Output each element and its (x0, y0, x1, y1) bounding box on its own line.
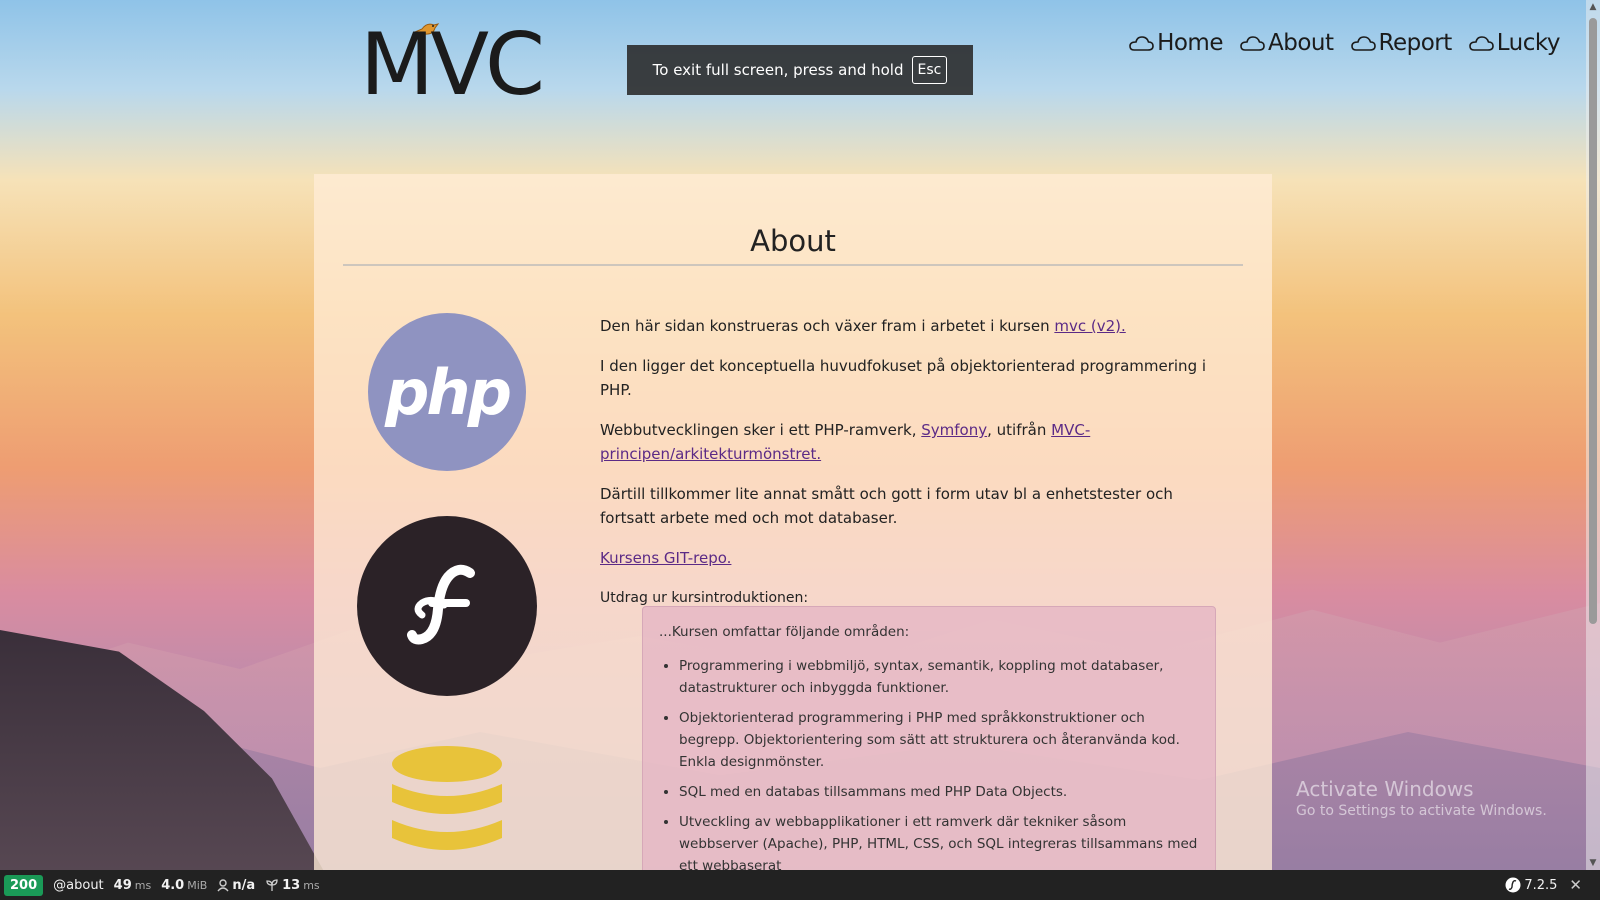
course-link[interactable]: mvc (v2). (1054, 317, 1125, 335)
framework-text: Webbutvecklingen sker i ett PHP-ramverk, (600, 421, 922, 439)
init-time[interactable]: 13 ms (265, 878, 320, 893)
request-time-unit: ms (134, 878, 152, 892)
toolbar-right: 7.2.5 ✕ (1495, 876, 1582, 894)
nav-item-about[interactable]: About (1239, 30, 1334, 56)
esc-key-hint: Esc (911, 56, 948, 84)
symfony-version-value: 7.2.5 (1524, 877, 1558, 893)
cloud-icon (1129, 36, 1154, 51)
symfony-debug-toolbar: 200 @about 49 ms 4.0 MiB n/a 13 ms 7.2.5 ✕ (0, 870, 1600, 900)
page-scrollbar[interactable]: ▲ ▼ (1586, 0, 1600, 870)
cloud-icon (1468, 36, 1494, 51)
intro-text: Den här sidan konstrueras och växer fram… (600, 317, 1055, 335)
list-item: SQL med en databas tillsammans med PHP D… (679, 781, 1199, 803)
git-paragraph: Kursens GIT-repo. (600, 546, 1226, 570)
user-value: n/a (232, 877, 256, 893)
course-excerpt-quote: ...Kursen omfattar följande områden: Pro… (642, 606, 1216, 872)
php-logo-icon: php (368, 313, 526, 471)
list-item: Objektorienterad programmering i PHP med… (679, 707, 1199, 773)
scroll-down-icon[interactable]: ▼ (1588, 858, 1598, 868)
symfony-logo-icon (357, 516, 537, 696)
content-card: About php Den här sidan konstrueras och … (314, 174, 1272, 872)
nav-item-home[interactable]: Home (1128, 30, 1223, 56)
page-title: About (343, 224, 1243, 266)
fullscreen-notice-text: To exit full screen, press and hold (652, 61, 904, 79)
git-repo-link[interactable]: Kursens GIT-repo. (600, 549, 731, 567)
cloud-icon (1350, 36, 1376, 51)
activate-windows-watermark: Activate Windows Go to Settings to activ… (1296, 777, 1547, 819)
nav-item-report[interactable]: Report (1350, 30, 1452, 56)
framework-paragraph: Webbutvecklingen sker i ett PHP-ramverk,… (600, 418, 1226, 466)
route-name[interactable]: @about (53, 878, 104, 893)
quote-list: Programmering i webbmiljö, syntax, seman… (659, 655, 1199, 872)
symfony-link[interactable]: Symfony (921, 421, 987, 439)
watermark-subtitle: Go to Settings to activate Windows. (1296, 803, 1547, 819)
close-toolbar-icon[interactable]: ✕ (1569, 876, 1582, 894)
list-item: Utveckling av webbapplikationer i ett ra… (679, 811, 1199, 872)
init-time-value: 13 (282, 877, 301, 893)
security-user[interactable]: n/a (217, 878, 255, 893)
status-badge[interactable]: 200 (4, 874, 44, 896)
symfony-version[interactable]: 7.2.5 (1505, 877, 1557, 893)
nav-item-label: Report (1378, 30, 1453, 56)
nav-item-lucky[interactable]: Lucky (1468, 30, 1561, 56)
memory-value: 4.0 (161, 877, 185, 893)
scroll-up-icon[interactable]: ▲ (1588, 2, 1598, 12)
memory-usage[interactable]: 4.0 MiB (161, 878, 207, 893)
watermark-title: Activate Windows (1296, 777, 1474, 801)
php-logo-text: php (385, 355, 512, 429)
site-logo[interactable]: MVC (360, 22, 545, 108)
init-time-unit: ms (303, 878, 320, 892)
intro-paragraph: Den här sidan konstrueras och växer fram… (600, 314, 1226, 338)
nav-item-label: Home (1157, 30, 1223, 56)
user-icon (217, 878, 229, 891)
quote-intro: ...Kursen omfattar följande områden: (659, 624, 910, 640)
scrollbar-thumb[interactable] (1589, 18, 1597, 624)
memory-unit: MiB (187, 878, 208, 892)
symfony-small-icon (1505, 877, 1521, 893)
cloud-icon (1240, 36, 1265, 51)
request-time[interactable]: 49 ms (114, 878, 152, 893)
database-icon (392, 746, 502, 850)
extras-paragraph: Därtill tillkommer lite annat smått och … (600, 485, 1173, 527)
main-nav: Home About Report Lucky (1128, 30, 1561, 56)
symfony-glyph (407, 564, 475, 645)
list-item: Programmering i webbmiljö, syntax, seman… (679, 655, 1199, 699)
nav-item-label: Lucky (1496, 30, 1561, 56)
fullscreen-notice: To exit full screen, press and hold Esc (627, 45, 973, 95)
sprout-icon (266, 878, 278, 891)
request-time-value: 49 (113, 877, 132, 893)
about-content: Den här sidan konstrueras och växer fram… (600, 314, 1226, 626)
nav-item-label: About (1267, 30, 1334, 56)
framework-mid-text: , utifrån (987, 421, 1052, 439)
focus-paragraph: I den ligger det konceptuella huvudfokus… (600, 357, 1207, 399)
